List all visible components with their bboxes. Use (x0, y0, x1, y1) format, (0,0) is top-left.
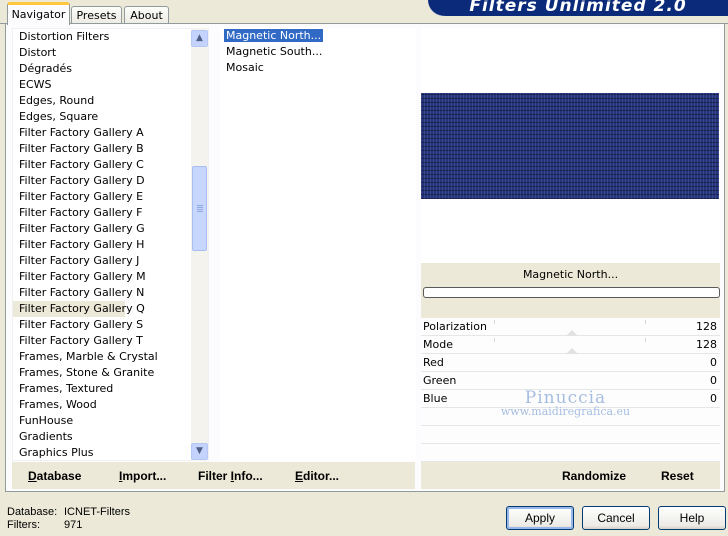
app-banner: Filters Unlimited 2.0 (428, 0, 728, 16)
param-value: 0 (710, 392, 717, 405)
param-row-empty (421, 426, 720, 444)
category-item[interactable]: Filter Factory Gallery N (13, 285, 208, 301)
category-scrollbar[interactable]: ▲ ▼ (191, 28, 208, 461)
category-item[interactable]: Filter Factory Gallery D (13, 173, 208, 189)
filters-status-value: 971 (64, 519, 83, 531)
param-label: Red (423, 356, 444, 369)
cancel-button[interactable]: Cancel (582, 506, 650, 530)
filter-name-bar: Magnetic North... (421, 263, 720, 319)
param-label: Mode (423, 338, 453, 351)
category-list[interactable]: Distortion Filters Distort Dégradés ECWS Edg… (12, 28, 209, 461)
banner-title: Filters Unlimited 2.0 (469, 0, 687, 16)
param-value: 0 (710, 374, 717, 387)
progress-bar (423, 287, 720, 298)
tab-navigator[interactable]: Navigator (7, 2, 70, 25)
param-row-empty (421, 444, 720, 462)
reset-button[interactable]: Reset (661, 469, 694, 483)
category-item[interactable]: Edges, Square (13, 109, 208, 125)
database-status-label: Database: (7, 506, 58, 518)
category-item[interactable]: ECWS (13, 77, 208, 93)
import-button-label: mport... (122, 469, 167, 483)
category-item[interactable]: Frames, Marble & Crystal (13, 349, 208, 365)
database-button[interactable]: Database (28, 469, 81, 483)
filter-item[interactable]: Magnetic North... (220, 28, 416, 44)
scroll-up-icon[interactable]: ▲ (191, 30, 208, 47)
param-row-mode[interactable]: Mode 128 (421, 336, 720, 354)
param-row-red[interactable]: Red 0 (421, 354, 720, 372)
editor-button-accel: E (295, 469, 304, 483)
param-label: Green (423, 374, 457, 387)
category-item[interactable]: Filter Factory Gallery F (13, 205, 208, 221)
filter-item-label: Mosaic (226, 61, 264, 74)
category-item[interactable]: Gradients (13, 429, 208, 445)
right-button-bar: Randomize Reset (421, 462, 720, 489)
param-label: Polarization (423, 320, 487, 333)
filter-list[interactable]: Magnetic North... Magnetic South... Mosaic (220, 28, 416, 461)
filter-info-button-label: nfo... (234, 469, 263, 483)
filter-item[interactable]: Magnetic South... (220, 44, 416, 60)
category-item[interactable]: Filter Factory Gallery Q (13, 301, 145, 317)
category-item[interactable]: Filter Factory Gallery T (13, 333, 208, 349)
editor-button[interactable]: Editor... (295, 469, 339, 483)
category-item[interactable]: Frames, Textured (13, 381, 208, 397)
slider-tick (645, 320, 646, 324)
param-value: 128 (696, 338, 717, 351)
category-item[interactable]: Filter Factory Gallery G (13, 221, 208, 237)
database-button-label: atabase (36, 469, 82, 483)
category-item[interactable]: Filter Factory Gallery M (13, 269, 208, 285)
grip-line (197, 205, 203, 206)
category-item[interactable]: Distort (13, 45, 208, 61)
category-item[interactable]: Filter Factory Gallery H (13, 237, 208, 253)
slider-tick (494, 320, 495, 324)
slider-tick (645, 338, 646, 342)
parameter-list: Polarization 128 Mode 128 Red 0 Green 0 Blue 0 (421, 318, 720, 462)
left-button-bar: Database Import... Filter Info... Editor… (12, 462, 415, 489)
filter-item-label: Magnetic North... (224, 29, 324, 42)
preview-image (421, 93, 719, 199)
category-item[interactable]: Filter Factory Gallery B (13, 141, 208, 157)
category-item[interactable]: Dégradés (13, 61, 208, 77)
help-button[interactable]: Help (658, 506, 726, 530)
param-row-empty (421, 408, 720, 426)
category-item[interactable]: Filter Factory Gallery J (13, 253, 208, 269)
param-value: 128 (696, 320, 717, 333)
grip-line (197, 209, 203, 210)
category-item[interactable]: Filter Factory Gallery S (13, 317, 208, 333)
database-button-accel: D (28, 469, 37, 483)
filter-item-label: Magnetic South... (226, 45, 323, 58)
slider-tick (494, 338, 495, 342)
database-status-value: ICNET-Filters (64, 506, 130, 518)
category-item[interactable]: Frames, Wood (13, 397, 208, 413)
randomize-button[interactable]: Randomize (562, 469, 626, 483)
scroll-thumb[interactable] (192, 166, 207, 251)
param-row-blue[interactable]: Blue 0 (421, 390, 720, 408)
tab-strip: Navigator Presets About (0, 0, 420, 25)
category-item[interactable]: Distortion Filters (13, 29, 208, 45)
filters-status-label: Filters: (7, 519, 40, 531)
apply-button[interactable]: Apply (506, 506, 574, 530)
scroll-down-icon[interactable]: ▼ (191, 443, 208, 460)
category-item[interactable]: Graphics Plus (13, 445, 208, 460)
editor-button-label: ditor... (303, 469, 340, 483)
param-row-green[interactable]: Green 0 (421, 372, 720, 390)
filter-info-button-pre: Filter (198, 469, 231, 483)
current-filter-name: Magnetic North... (522, 268, 619, 281)
category-item[interactable]: Filter Factory Gallery A (13, 125, 208, 141)
grip-line (197, 211, 203, 212)
import-button[interactable]: Import... (119, 469, 166, 483)
param-label: Blue (423, 392, 448, 405)
category-item[interactable]: FunHouse (13, 413, 208, 429)
param-value: 0 (710, 356, 717, 369)
filter-item[interactable]: Mosaic (220, 60, 416, 76)
tab-presets[interactable]: Presets (71, 6, 122, 24)
category-item[interactable]: Frames, Stone & Granite (13, 365, 208, 381)
category-item[interactable]: Filter Factory Gallery E (13, 189, 208, 205)
filter-info-button[interactable]: Filter Info... (198, 469, 263, 483)
param-row-polarization[interactable]: Polarization 128 (421, 318, 720, 336)
category-item[interactable]: Edges, Round (13, 93, 208, 109)
tab-about[interactable]: About (124, 6, 169, 24)
grip-line (197, 207, 203, 208)
category-item[interactable]: Filter Factory Gallery C (13, 157, 208, 173)
